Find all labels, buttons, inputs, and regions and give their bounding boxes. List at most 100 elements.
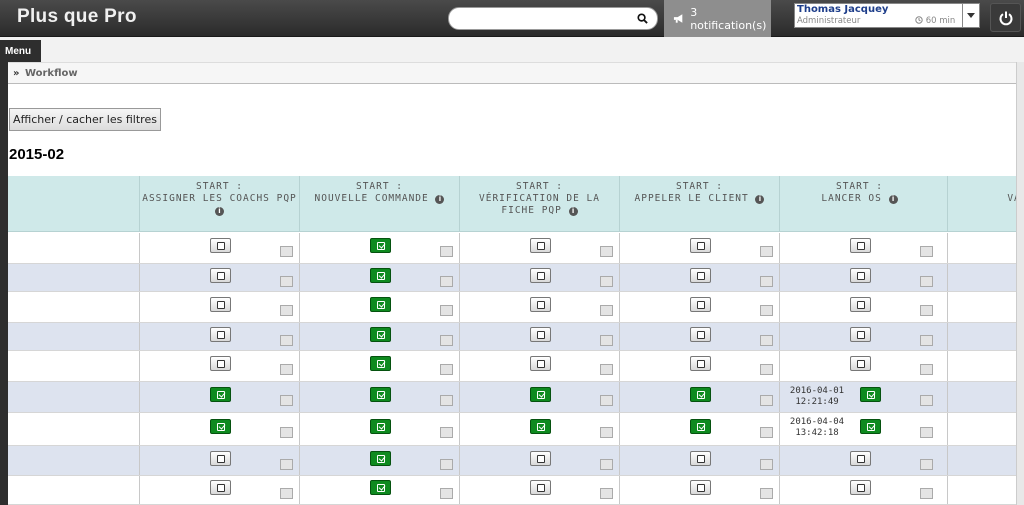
step-start-button[interactable]: [210, 297, 231, 312]
step-checkbox[interactable]: [600, 488, 613, 499]
toggle-filters-button[interactable]: Afficher / cacher les filtres: [9, 108, 161, 131]
step-start-button[interactable]: [210, 451, 231, 466]
step-done-button[interactable]: [210, 419, 231, 434]
search-box[interactable]: [448, 7, 658, 30]
step-checkbox[interactable]: [920, 427, 933, 438]
step-checkbox[interactable]: [760, 364, 773, 375]
step-checkbox[interactable]: [920, 459, 933, 470]
step-start-button[interactable]: [530, 327, 551, 342]
breadcrumb-label[interactable]: Workflow: [25, 68, 78, 79]
step-checkbox[interactable]: [920, 305, 933, 316]
step-done-button[interactable]: [370, 327, 391, 342]
step-checkbox[interactable]: [600, 276, 613, 287]
step-checkbox[interactable]: [280, 488, 293, 499]
step-checkbox[interactable]: [760, 305, 773, 316]
step-start-button[interactable]: [530, 268, 551, 283]
step-checkbox[interactable]: [920, 395, 933, 406]
step-checkbox[interactable]: [760, 395, 773, 406]
step-checkbox[interactable]: [760, 459, 773, 470]
step-checkbox[interactable]: [440, 395, 453, 406]
menu-toggle[interactable]: Menu: [0, 40, 41, 64]
step-checkbox[interactable]: [920, 335, 933, 346]
step-start-button[interactable]: [530, 451, 551, 466]
step-checkbox[interactable]: [760, 276, 773, 287]
step-checkbox[interactable]: [600, 459, 613, 470]
step-checkbox[interactable]: [760, 246, 773, 257]
step-done-button[interactable]: [860, 419, 881, 434]
client-name-link[interactable]: [8, 382, 139, 412]
info-icon[interactable]: i: [215, 207, 224, 216]
info-icon[interactable]: i: [568, 207, 578, 216]
info-icon[interactable]: i: [755, 195, 765, 204]
step-checkbox[interactable]: [280, 335, 293, 346]
step-checkbox[interactable]: [280, 276, 293, 287]
step-done-button[interactable]: [370, 268, 391, 283]
step-checkbox[interactable]: [440, 335, 453, 346]
step-start-button[interactable]: [530, 480, 551, 495]
step-checkbox[interactable]: [280, 305, 293, 316]
step-done-button[interactable]: [530, 387, 551, 402]
step-checkbox[interactable]: [600, 305, 613, 316]
step-checkbox[interactable]: [440, 305, 453, 316]
step-start-button[interactable]: [530, 238, 551, 253]
step-done-button[interactable]: [210, 387, 231, 402]
step-checkbox[interactable]: [280, 246, 293, 257]
step-start-button[interactable]: [850, 268, 871, 283]
step-checkbox[interactable]: [600, 246, 613, 257]
chevron-down-icon[interactable]: [962, 4, 979, 27]
step-start-button[interactable]: [210, 327, 231, 342]
step-done-button[interactable]: [690, 387, 711, 402]
client-name-link[interactable]: [8, 413, 139, 445]
step-start-button[interactable]: [690, 451, 711, 466]
user-selector[interactable]: Thomas Jacquey Administrateur 60 min: [794, 3, 980, 28]
step-start-button[interactable]: [850, 451, 871, 466]
step-done-button[interactable]: [370, 451, 391, 466]
step-start-button[interactable]: [690, 268, 711, 283]
step-checkbox[interactable]: [440, 276, 453, 287]
client-name-link[interactable]: [8, 233, 139, 263]
info-icon[interactable]: i: [435, 195, 445, 204]
step-checkbox[interactable]: [280, 395, 293, 406]
search-icon[interactable]: [637, 13, 648, 24]
step-done-button[interactable]: [370, 238, 391, 253]
step-start-button[interactable]: [210, 480, 231, 495]
step-start-button[interactable]: [210, 268, 231, 283]
step-checkbox[interactable]: [440, 488, 453, 499]
step-start-button[interactable]: [690, 327, 711, 342]
step-checkbox[interactable]: [440, 364, 453, 375]
step-checkbox[interactable]: [920, 276, 933, 287]
app-title[interactable]: Plus que Pro: [17, 6, 137, 28]
step-start-button[interactable]: [850, 480, 871, 495]
search-input[interactable]: [459, 11, 629, 26]
notifications-button[interactable]: 3 notification(s): [664, 0, 771, 37]
step-checkbox[interactable]: [920, 364, 933, 375]
step-checkbox[interactable]: [760, 427, 773, 438]
step-start-button[interactable]: [210, 238, 231, 253]
step-checkbox[interactable]: [440, 246, 453, 257]
step-checkbox[interactable]: [280, 427, 293, 438]
info-icon[interactable]: i: [888, 195, 898, 204]
step-checkbox[interactable]: [280, 459, 293, 470]
step-done-button[interactable]: [370, 419, 391, 434]
step-start-button[interactable]: [690, 238, 711, 253]
step-start-button[interactable]: [530, 297, 551, 312]
step-done-button[interactable]: [370, 387, 391, 402]
step-checkbox[interactable]: [760, 488, 773, 499]
client-name-link[interactable]: [8, 264, 139, 291]
step-checkbox[interactable]: [600, 395, 613, 406]
client-name-link[interactable]: [8, 446, 139, 475]
step-checkbox[interactable]: [920, 246, 933, 257]
step-checkbox[interactable]: [440, 459, 453, 470]
client-name-link[interactable]: [8, 351, 139, 381]
step-done-button[interactable]: [690, 419, 711, 434]
step-checkbox[interactable]: [600, 335, 613, 346]
client-name-link[interactable]: [8, 292, 139, 322]
step-start-button[interactable]: [210, 356, 231, 371]
step-start-button[interactable]: [850, 238, 871, 253]
step-checkbox[interactable]: [440, 427, 453, 438]
step-done-button[interactable]: [370, 297, 391, 312]
step-checkbox[interactable]: [280, 364, 293, 375]
step-start-button[interactable]: [850, 356, 871, 371]
scrollbar[interactable]: [1016, 62, 1024, 505]
step-checkbox[interactable]: [760, 335, 773, 346]
